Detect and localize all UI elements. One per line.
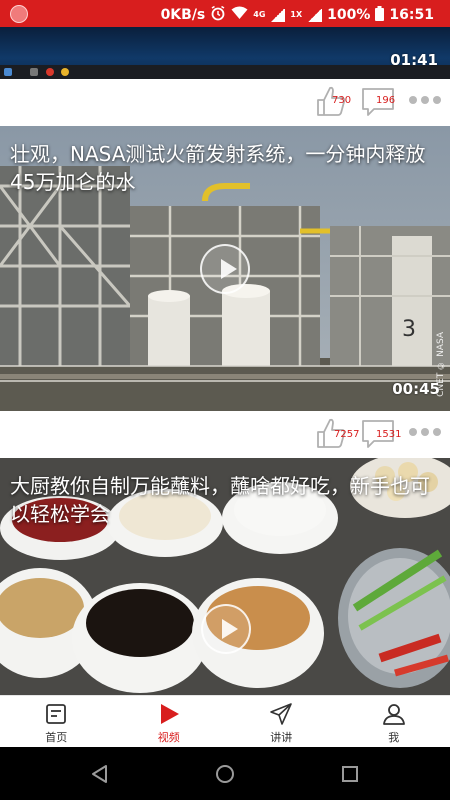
battery-icon (375, 5, 385, 25)
tab-talk[interactable]: 讲讲 (225, 696, 338, 747)
tab-label: 讲讲 (270, 731, 293, 744)
tab-label: 视频 (157, 731, 180, 744)
user-icon (382, 704, 405, 725)
tab-label: 我 (388, 731, 400, 744)
taskbar-app-icon (30, 68, 38, 76)
tab-video[interactable]: 视频 (113, 696, 226, 747)
signal-icon (270, 8, 286, 22)
tab-home[interactable]: 首页 (0, 696, 113, 747)
app-notification-icon (10, 5, 28, 23)
more-dot-icon (433, 96, 441, 104)
roaming-indicator: 1X (290, 10, 303, 19)
signal-icon-2 (307, 8, 323, 22)
wifi-icon (231, 6, 248, 24)
home-circle-icon[interactable] (215, 764, 235, 784)
like-count: 7257 (334, 429, 360, 440)
taskbar-chrome-icon (61, 68, 69, 76)
comment-count: 1531 (376, 429, 402, 440)
svg-text:3: 3 (402, 317, 416, 342)
more-dot-icon (409, 428, 417, 436)
play-button[interactable] (200, 244, 250, 294)
recents-square-icon[interactable] (340, 764, 360, 784)
more-dot-icon (409, 96, 417, 104)
clock: 16:51 (389, 7, 434, 23)
like-count: 730 (332, 95, 352, 106)
tab-label: 首页 (45, 731, 68, 744)
network-speed: 0KB/s (160, 7, 206, 23)
video-card[interactable]: 大厨教你自制万能蘸料，蘸啥都好吃，新手也可以轻松学会 (0, 458, 450, 695)
status-bar-right: 0KB/s 4G 1X 100% 16:51 (161, 5, 434, 25)
battery-level: 100% (327, 7, 371, 23)
video-actions-row: 7257 1531 (0, 411, 450, 458)
video-feed[interactable]: 01:41 730 196 3 壮观，NASA测试火箭发射系统，一分钟内释放45… (0, 27, 450, 695)
like-button[interactable]: 7257 (314, 417, 359, 451)
video-thumbnail-top[interactable]: 01:41 (0, 27, 450, 79)
comment-button[interactable]: 1531 (360, 417, 404, 451)
status-bar: 0KB/s 4G 1X 100% 16:51 (0, 0, 450, 27)
taskbar-app-icon (46, 68, 54, 76)
video-frame-taskbar (0, 65, 450, 79)
more-dot-icon (421, 428, 429, 436)
video-title[interactable]: 壮观，NASA测试火箭发射系统，一分钟内释放45万加仑的水 (10, 140, 440, 196)
windows-start-icon (4, 68, 12, 76)
more-dot-icon (421, 96, 429, 104)
network-type: 4G (253, 10, 266, 19)
comment-count: 196 (376, 95, 396, 106)
more-options-button[interactable] (409, 428, 441, 438)
video-actions-row: 730 196 (0, 79, 450, 126)
tab-me[interactable]: 我 (338, 696, 450, 747)
home-doc-icon (46, 704, 67, 724)
video-duration: 01:41 (390, 51, 438, 69)
more-options-button[interactable] (409, 96, 441, 106)
more-dot-icon (433, 428, 441, 436)
video-title[interactable]: 大厨教你自制万能蘸料，蘸啥都好吃，新手也可以轻松学会 (10, 472, 440, 528)
paper-plane-icon (270, 703, 293, 725)
video-card[interactable]: 3 壮观，NASA测试火箭发射系统，一分钟内释放45万加仑的水 CNET © N… (0, 126, 450, 411)
video-play-icon (160, 704, 179, 724)
back-icon[interactable] (90, 764, 110, 784)
alarm-icon (210, 5, 226, 25)
video-duration: 00:45 (392, 380, 440, 398)
play-button[interactable] (201, 604, 251, 654)
like-button[interactable]: 730 (314, 85, 354, 119)
bottom-tab-bar: 首页 视频 讲讲 我 (0, 695, 450, 747)
comment-button[interactable]: 196 (360, 85, 404, 119)
system-navigation-bar (0, 747, 450, 800)
